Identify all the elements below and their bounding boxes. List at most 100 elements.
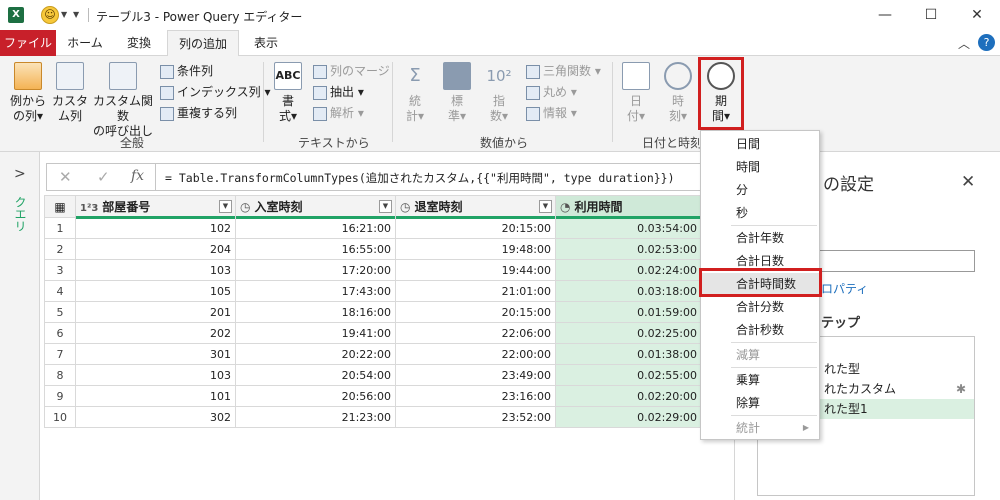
- menu-item-hours[interactable]: 時間: [701, 156, 819, 178]
- cell-usage[interactable]: 0.02:24:00: [555, 259, 702, 281]
- cell-checkout[interactable]: 21:01:00: [395, 280, 556, 302]
- cell-room[interactable]: 101: [75, 385, 236, 407]
- table-menu-icon[interactable]: ▦: [44, 195, 76, 218]
- cell-usage[interactable]: 0.02:55:00: [555, 364, 702, 386]
- cell-room[interactable]: 301: [75, 343, 236, 365]
- table-row[interactable]: 5 201 18:16:00 20:15:00 0.01:59:00: [44, 301, 702, 323]
- table-row[interactable]: 3 103 17:20:00 19:44:00 0.02:24:00: [44, 259, 702, 281]
- menu-item-total-years[interactable]: 合計年数: [701, 227, 819, 249]
- cell-checkout[interactable]: 20:15:00: [395, 217, 556, 239]
- row-number[interactable]: 6: [44, 322, 76, 344]
- clock-icon[interactable]: ◷: [240, 200, 250, 214]
- row-number[interactable]: 2: [44, 238, 76, 260]
- time-button[interactable]: 時 刻▾: [662, 62, 694, 124]
- cell-checkout[interactable]: 23:49:00: [395, 364, 556, 386]
- row-number[interactable]: 10: [44, 406, 76, 428]
- scientific-button[interactable]: 10² 指 数▾: [484, 62, 514, 124]
- menu-item-multiply[interactable]: 乗算: [701, 369, 819, 391]
- menu-item-total-seconds[interactable]: 合計秒数: [701, 319, 819, 341]
- rounding-button[interactable]: 丸め ▾: [526, 83, 577, 101]
- cell-usage[interactable]: 0.02:53:00: [555, 238, 702, 260]
- filter-dropdown-icon[interactable]: ▼: [539, 200, 552, 213]
- table-row[interactable]: 4 105 17:43:00 21:01:00 0.03:18:00: [44, 280, 702, 302]
- merge-columns-button[interactable]: 列のマージ: [313, 62, 390, 80]
- tab-home[interactable]: ホーム: [60, 30, 110, 56]
- cell-room[interactable]: 103: [75, 364, 236, 386]
- row-number[interactable]: 7: [44, 343, 76, 365]
- conditional-column-button[interactable]: 条件列: [160, 62, 213, 80]
- all-properties-link[interactable]: ロパティ: [821, 280, 868, 297]
- menu-item-subtract[interactable]: 減算: [701, 344, 819, 366]
- parse-button[interactable]: 解析 ▾: [313, 104, 364, 122]
- row-number[interactable]: 5: [44, 301, 76, 323]
- cell-room[interactable]: 103: [75, 259, 236, 281]
- menu-item-divide[interactable]: 除算: [701, 392, 819, 414]
- minimize-icon[interactable]: —: [862, 0, 908, 30]
- tab-file[interactable]: ファイル: [0, 30, 56, 56]
- standard-button[interactable]: 標 準▾: [442, 62, 472, 124]
- cell-room[interactable]: 105: [75, 280, 236, 302]
- commit-icon[interactable]: ✓: [97, 168, 110, 186]
- menu-item-seconds[interactable]: 秒: [701, 202, 819, 224]
- cell-checkin[interactable]: 17:20:00: [235, 259, 396, 281]
- collapse-ribbon-icon[interactable]: ︿: [958, 35, 970, 52]
- information-button[interactable]: 情報 ▾: [526, 104, 577, 122]
- index-column-button[interactable]: インデックス列 ▾: [160, 83, 270, 101]
- table-row[interactable]: 8 103 20:54:00 23:49:00 0.02:55:00: [44, 364, 702, 386]
- cell-checkin[interactable]: 19:41:00: [235, 322, 396, 344]
- cell-usage[interactable]: 0.03:54:00: [555, 217, 702, 239]
- maximize-icon[interactable]: ☐: [908, 0, 954, 30]
- help-icon[interactable]: ?: [978, 34, 995, 51]
- table-row[interactable]: 2 204 16:55:00 19:48:00 0.02:53:00: [44, 238, 702, 260]
- close-pane-icon[interactable]: ✕: [961, 172, 975, 192]
- cell-usage[interactable]: 0.01:59:00: [555, 301, 702, 323]
- cell-room[interactable]: 302: [75, 406, 236, 428]
- gear-icon[interactable]: ✱: [956, 379, 966, 399]
- menu-item-statistics[interactable]: 統計 ▶: [701, 417, 819, 439]
- menu-item-minutes[interactable]: 分: [701, 179, 819, 201]
- query-name-input[interactable]: [815, 250, 975, 272]
- table-row[interactable]: 7 301 20:22:00 22:00:00 0.01:38:00: [44, 343, 702, 365]
- duplicate-column-button[interactable]: 重複する列: [160, 104, 237, 122]
- menu-item-days[interactable]: 日間: [701, 133, 819, 155]
- row-number[interactable]: 1: [44, 217, 76, 239]
- statistics-button[interactable]: Σ 統 計▾: [400, 62, 430, 124]
- menu-item-total-minutes[interactable]: 合計分数: [701, 296, 819, 318]
- dropdown-arrow-icon[interactable]: ▼: [61, 10, 67, 19]
- column-from-examples-button[interactable]: 例から の列▾: [6, 62, 50, 124]
- filter-dropdown-icon[interactable]: ▼: [379, 200, 392, 213]
- custom-column-button[interactable]: カスタ ム列: [52, 62, 88, 124]
- cancel-icon[interactable]: ✕: [59, 168, 72, 186]
- stopwatch-icon[interactable]: ◔: [560, 200, 570, 214]
- cell-room[interactable]: 204: [75, 238, 236, 260]
- extract-button[interactable]: 抽出 ▾: [313, 83, 364, 101]
- column-header-checkout[interactable]: ◷ 退室時刻 ▼: [395, 195, 556, 219]
- cell-checkin[interactable]: 16:55:00: [235, 238, 396, 260]
- fx-icon[interactable]: fx: [131, 168, 144, 184]
- cell-room[interactable]: 202: [75, 322, 236, 344]
- cell-checkout[interactable]: 22:00:00: [395, 343, 556, 365]
- tab-view[interactable]: 表示: [243, 30, 289, 56]
- row-number[interactable]: 8: [44, 364, 76, 386]
- clock-icon[interactable]: ◷: [400, 200, 410, 214]
- table-row[interactable]: 1 102 16:21:00 20:15:00 0.03:54:00: [44, 217, 702, 239]
- formula-input[interactable]: = Table.TransformColumnTypes(追加されたカスタム,{…: [165, 170, 675, 186]
- close-icon[interactable]: ✕: [954, 0, 1000, 30]
- cell-checkout[interactable]: 20:15:00: [395, 301, 556, 323]
- cell-room[interactable]: 201: [75, 301, 236, 323]
- smiley-icon[interactable]: ☺: [41, 6, 59, 24]
- column-header-room[interactable]: 1²3 部屋番号 ▼: [75, 195, 236, 219]
- tab-add-column[interactable]: 列の追加: [167, 30, 239, 57]
- cell-checkin[interactable]: 17:43:00: [235, 280, 396, 302]
- table-row[interactable]: 6 202 19:41:00 22:06:00 0.02:25:00: [44, 322, 702, 344]
- cell-checkout[interactable]: 19:48:00: [395, 238, 556, 260]
- row-number[interactable]: 3: [44, 259, 76, 281]
- row-number[interactable]: 4: [44, 280, 76, 302]
- table-row[interactable]: 10 302 21:23:00 23:52:00 0.02:29:00: [44, 406, 702, 428]
- cell-room[interactable]: 102: [75, 217, 236, 239]
- cell-usage[interactable]: 0.01:38:00: [555, 343, 702, 365]
- cell-checkin[interactable]: 21:23:00: [235, 406, 396, 428]
- invoke-custom-function-button[interactable]: カスタム関数 の呼び出し: [90, 62, 156, 139]
- number-type-icon[interactable]: 1²3: [80, 203, 98, 214]
- customize-toolbar-icon[interactable]: ▼: [73, 10, 79, 19]
